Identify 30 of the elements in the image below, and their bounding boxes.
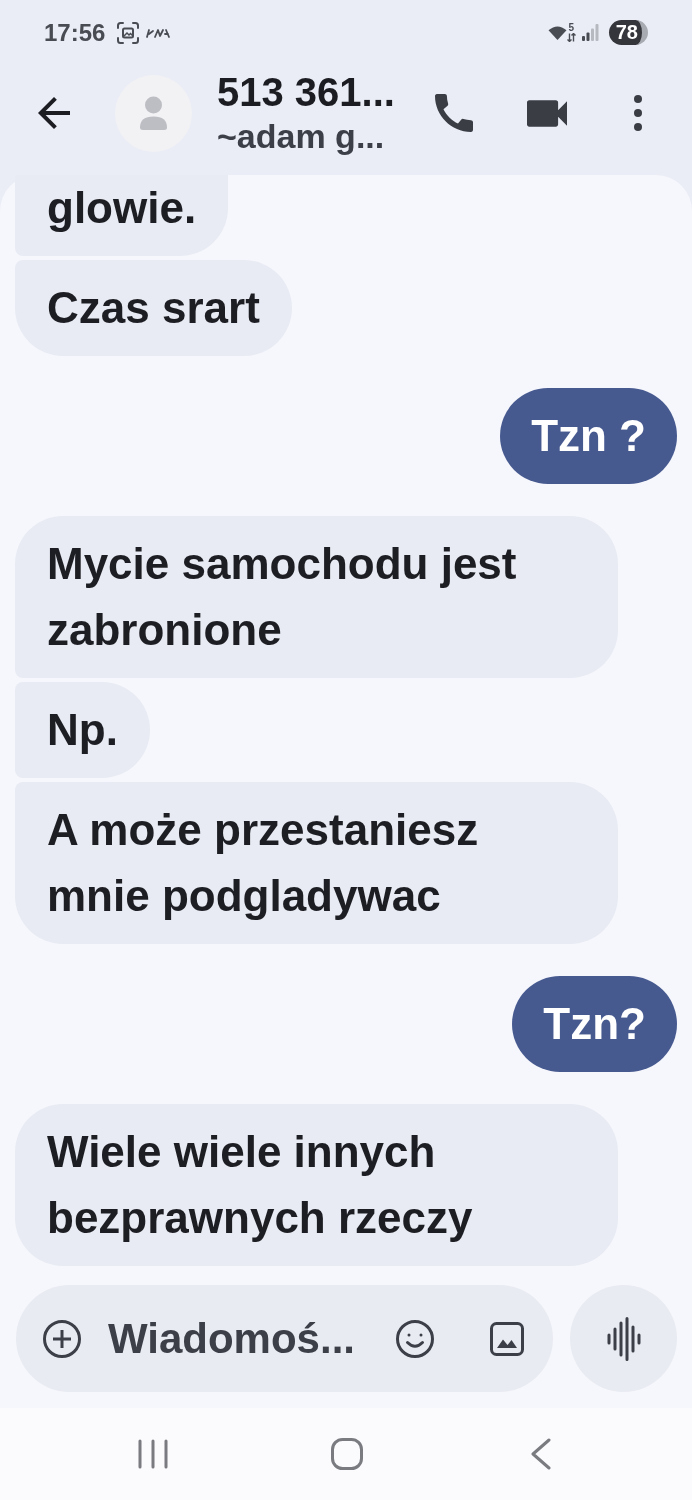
status-time: 17:56 [44, 18, 106, 47]
message-bubble: Wiele wiele innych bezprawnych rzeczy [15, 1104, 618, 1266]
image-frame-icon [117, 21, 140, 44]
message-bubble: Czas srart [15, 260, 292, 356]
message-input-field[interactable]: Wiadomoś... [108, 1312, 376, 1365]
message-bubble: Tzn? [512, 976, 677, 1072]
waveform-icon [606, 1316, 641, 1361]
battery-level: 78 [608, 20, 648, 45]
contact-subtitle: ~adam g... [217, 116, 385, 156]
image-icon[interactable] [490, 1321, 524, 1356]
wifi-icon [547, 24, 567, 41]
contact-name: 513 361... [217, 70, 395, 114]
recent-apps-icon[interactable] [138, 1439, 168, 1469]
phone-icon[interactable] [435, 94, 473, 132]
logo-icon [146, 27, 171, 38]
nav-back-icon[interactable] [531, 1438, 551, 1470]
more-icon[interactable] [634, 95, 642, 131]
emoji-icon[interactable] [396, 1319, 434, 1358]
video-camera-icon[interactable] [527, 99, 567, 127]
back-icon[interactable] [38, 97, 70, 129]
message-bubble: glowie. [15, 175, 229, 256]
message-bubble: A może przestaniesz mnie podgladywac [15, 782, 618, 944]
signal-icon [581, 24, 599, 41]
wifi-band-label: 5 [568, 23, 575, 33]
message-bubble: Mycie samochodu jest zabronione [15, 516, 618, 678]
data-arrows-icon [566, 33, 576, 42]
message-bubble: Tzn ? [500, 388, 677, 484]
add-icon[interactable] [43, 1319, 81, 1358]
message-bubble: Np. [15, 682, 150, 778]
home-icon[interactable] [331, 1438, 363, 1470]
